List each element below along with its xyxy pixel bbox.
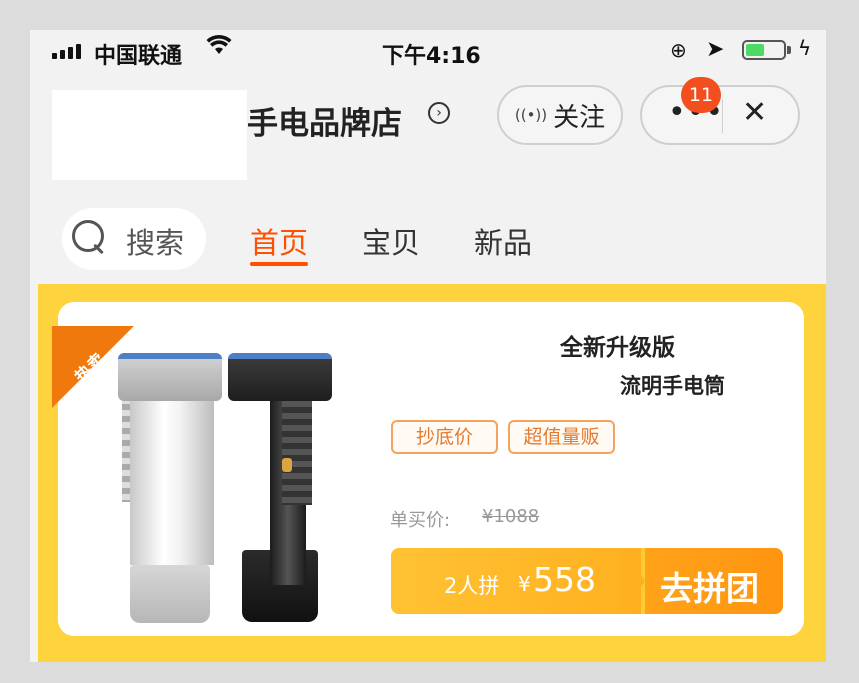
single-price: ¥1088	[482, 506, 540, 527]
signal-icon	[52, 44, 81, 59]
battery-icon	[742, 40, 786, 60]
store-logo[interactable]	[52, 90, 247, 180]
search-icon	[72, 220, 104, 252]
go-group-label[interactable]: 去拼团	[660, 562, 759, 610]
tab-items[interactable]: 宝贝	[362, 220, 420, 262]
product-title-line2: 流明手电筒	[620, 374, 725, 398]
group-currency: ¥	[518, 572, 531, 596]
carrier-name: 中国联通	[94, 44, 183, 69]
search-label: 搜索	[126, 226, 185, 260]
status-bar: 中国联通 下午4:16 ⊕ ➤ ϟ	[30, 30, 826, 74]
phone-screen: 中国联通 下午4:16 ⊕ ➤ ϟ 手电品牌店 › ((•)) 关注 ••• ✕…	[30, 30, 826, 662]
active-tab-indicator	[250, 262, 308, 266]
follow-label: 关注	[553, 102, 606, 133]
tab-home[interactable]: 首页	[250, 220, 308, 262]
store-name[interactable]: 手电品牌店	[247, 98, 402, 143]
arrow-divider	[623, 548, 645, 614]
group-price: 558	[533, 560, 596, 599]
chevron-right-icon[interactable]: ›	[428, 102, 450, 124]
tag-value-pack: 超值量贩	[508, 420, 615, 454]
clock-time: 下午4:16	[382, 44, 481, 69]
broadcast-icon: ((•))	[514, 106, 548, 124]
product-title-line1: 全新升级版	[560, 335, 675, 361]
rotation-lock-icon: ⊕	[670, 38, 687, 62]
charging-icon: ϟ	[798, 36, 812, 60]
close-icon[interactable]: ✕	[742, 95, 767, 130]
search-button[interactable]: 搜索	[62, 208, 206, 270]
notification-badge: 11	[681, 77, 721, 113]
wifi-icon	[206, 34, 232, 62]
location-arrow-icon: ➤	[706, 37, 725, 62]
single-price-label: 单买价:	[390, 510, 451, 531]
tab-new[interactable]: 新品	[474, 220, 532, 262]
group-people: 2人拼	[444, 574, 500, 598]
tag-lowest-price: 抄底价	[391, 420, 498, 454]
capsule-divider	[722, 99, 723, 133]
battery-cap	[787, 46, 791, 54]
follow-button[interactable]: ((•)) 关注	[497, 85, 623, 145]
